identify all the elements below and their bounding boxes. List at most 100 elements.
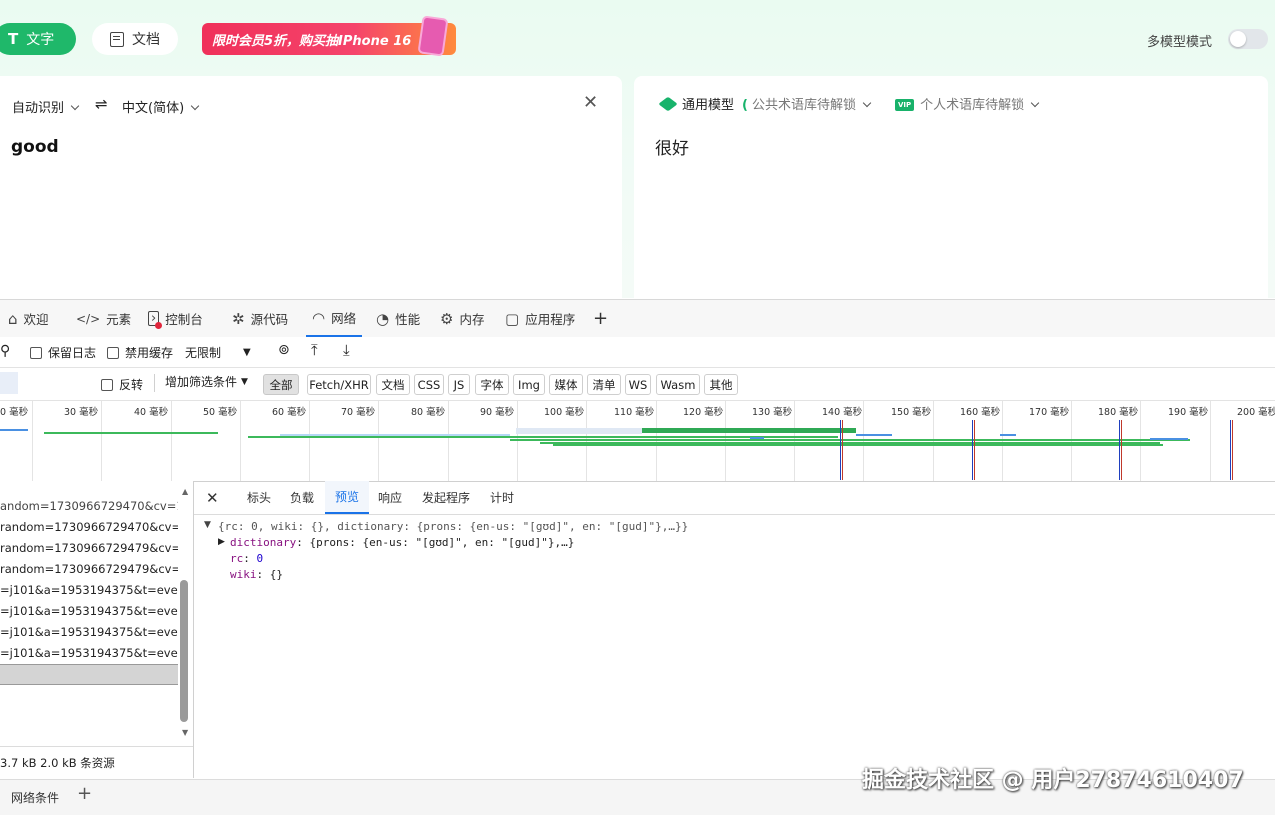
- scroll-up-icon[interactable]: ▲: [182, 487, 188, 496]
- swap-languages-icon[interactable]: ⇌: [95, 95, 108, 113]
- timeline-tick: 80 毫秒: [411, 407, 446, 418]
- tab-preview[interactable]: 预览: [325, 481, 370, 514]
- timeline-tick: 30 毫秒: [64, 407, 99, 418]
- preview-dictionary-row[interactable]: dictionary: {prons: {en-us: "[gʊd]", en:…: [230, 536, 574, 549]
- tab-timing[interactable]: 计时: [490, 481, 514, 514]
- gauge-icon: ◔: [376, 309, 390, 328]
- throttle-select[interactable]: 无限制 ▼: [185, 344, 251, 361]
- tab-memory[interactable]: ⚙ 内存: [440, 300, 484, 337]
- download-icon[interactable]: ⤓: [343, 341, 350, 359]
- filter-chip-img[interactable]: Img: [513, 374, 545, 395]
- tab-performance[interactable]: ◔ 性能: [376, 300, 420, 337]
- add-tab-icon[interactable]: +: [593, 300, 608, 337]
- dom-content-loaded-line: [1230, 420, 1231, 480]
- filter-chip-media[interactable]: 媒体: [549, 374, 583, 395]
- preserve-log-checkbox[interactable]: 保留日志: [30, 344, 96, 361]
- text-mode-button[interactable]: T 文字: [0, 23, 76, 55]
- filter-chip-other[interactable]: 其他: [704, 374, 738, 395]
- timeline-tick: 40 毫秒: [134, 407, 169, 418]
- timeline-bar: [856, 434, 892, 436]
- multi-model-toggle[interactable]: [1228, 29, 1268, 49]
- filter-chip-all[interactable]: 全部: [263, 374, 299, 395]
- code-icon: </>: [76, 311, 101, 326]
- source-text[interactable]: good: [11, 137, 59, 157]
- tab-label: 欢迎: [23, 312, 49, 327]
- text-icon: T: [8, 30, 19, 48]
- tab-welcome[interactable]: ⌂ 欢迎: [8, 300, 49, 337]
- gear-icon: ⚙: [440, 309, 454, 328]
- request-row[interactable]: random=1730966729479&cv=1...: [0, 559, 178, 580]
- filter-chip-wasm[interactable]: Wasm: [656, 374, 700, 395]
- watermark: 掘金技术社区 @ 用户27874610407: [862, 768, 1244, 793]
- upload-icon[interactable]: ⤒: [311, 341, 318, 359]
- tab-headers[interactable]: 标头: [247, 481, 271, 514]
- tab-network[interactable]: ◠ 网络: [306, 300, 363, 337]
- text-mode-label: 文字: [26, 32, 55, 48]
- timeline-tick: 70 毫秒: [341, 407, 376, 418]
- vip-badge: VIP: [895, 99, 915, 111]
- timeline-tick: 150 毫秒: [891, 407, 932, 418]
- tab-application[interactable]: ▢ 应用程序: [505, 300, 575, 337]
- filter-chip-manifest[interactable]: 清单: [587, 374, 621, 395]
- request-row[interactable]: =j101&a=1953194375&t=even...: [0, 580, 178, 601]
- source-language-label: 自动识别: [12, 101, 65, 116]
- request-row[interactable]: andom=1730966729470&cv=1...: [0, 496, 178, 517]
- add-drawer-icon[interactable]: +: [77, 783, 92, 804]
- timeline-tick: 200 毫秒: [1237, 407, 1275, 418]
- filter-chip-css[interactable]: CSS: [414, 374, 444, 395]
- disable-cache-checkbox[interactable]: 禁用缓存: [107, 344, 173, 361]
- json-key: rc: [230, 552, 244, 565]
- timeline-bar: [1150, 438, 1188, 440]
- dom-content-loaded-line: [840, 420, 841, 480]
- request-row[interactable]: =j101&a=1953194375&t=even...: [0, 601, 178, 622]
- checkbox-box: [101, 378, 113, 391]
- tab-elements[interactable]: </> 元素: [76, 300, 131, 337]
- collapse-triangle-icon[interactable]: ▶: [218, 537, 225, 547]
- more-filters-dropdown[interactable]: 增加筛选条件 ▼: [165, 373, 248, 390]
- filter-chip-doc[interactable]: 文档: [376, 374, 410, 395]
- filter-input[interactable]: [0, 372, 18, 394]
- personal-term-select[interactable]: VIP 个人术语库待解锁: [895, 94, 1040, 113]
- request-row[interactable]: random=1730966729470&cv=1...: [0, 517, 178, 538]
- document-mode-button[interactable]: 文档: [92, 23, 178, 55]
- public-term-select[interactable]: (公共术语库待解锁: [742, 94, 872, 113]
- network-timeline[interactable]: 0 毫秒 30 毫秒 40 毫秒 50 毫秒 60 毫秒 70 毫秒 80 毫秒…: [0, 401, 1275, 482]
- network-conditions-icon[interactable]: ⊚: [278, 342, 290, 358]
- target-language-select[interactable]: 中文(简体): [122, 97, 200, 116]
- tab-response[interactable]: 响应: [378, 481, 402, 514]
- timeline-tick: 130 毫秒: [752, 407, 793, 418]
- preview-root[interactable]: {rc: 0, wiki: {}, dictionary: {prons: {e…: [218, 520, 688, 533]
- tab-console[interactable]: › 控制台: [148, 300, 203, 337]
- tab-payload[interactable]: 负载: [290, 481, 314, 514]
- scroll-down-icon[interactable]: ▼: [182, 728, 188, 737]
- invert-checkbox[interactable]: 反转: [101, 376, 143, 393]
- filter-chip-js[interactable]: JS: [448, 374, 470, 395]
- close-icon[interactable]: ✕: [206, 481, 219, 514]
- json-value: 0: [256, 552, 264, 565]
- network-conditions-tab[interactable]: 网络条件: [11, 789, 59, 806]
- home-icon: ⌂: [8, 309, 18, 328]
- filter-chip-font[interactable]: 字体: [475, 374, 509, 395]
- promo-banner[interactable]: 限时会员5折，购买抽IPhone 16: [202, 15, 456, 57]
- request-row[interactable]: random=1730966729479&cv=1...: [0, 538, 178, 559]
- filter-chip-ws[interactable]: WS: [625, 374, 651, 395]
- filter-chip-fetch-xhr[interactable]: Fetch/XHR: [307, 374, 371, 395]
- clear-icon[interactable]: ✕: [583, 92, 598, 113]
- request-row-selected[interactable]: [0, 664, 178, 685]
- preserve-log-label: 保留日志: [48, 346, 97, 360]
- triangle-down-icon: ▼: [241, 376, 248, 387]
- request-list-scrollbar[interactable]: [180, 580, 188, 722]
- timeline-tick: 90 毫秒: [480, 407, 515, 418]
- request-row[interactable]: =j101&a=1953194375&t=even...: [0, 622, 178, 643]
- source-panel[interactable]: 自动识别 ⇌ 中文(简体) ✕ good: [0, 76, 622, 298]
- source-language-select[interactable]: 自动识别: [12, 97, 80, 116]
- search-icon[interactable]: ⚲: [0, 343, 10, 359]
- tab-sources[interactable]: ✲ 源代码: [232, 300, 288, 337]
- tab-label: 控制台: [165, 312, 203, 327]
- json-key: dictionary: [230, 536, 297, 549]
- tab-initiator[interactable]: 发起程序: [422, 481, 470, 514]
- load-line: [1232, 420, 1233, 480]
- request-row[interactable]: =j101&a=1953194375&t=even...: [0, 643, 178, 664]
- expand-triangle-icon[interactable]: ▼: [204, 520, 211, 530]
- general-model-select[interactable]: 通用模型: [658, 94, 734, 113]
